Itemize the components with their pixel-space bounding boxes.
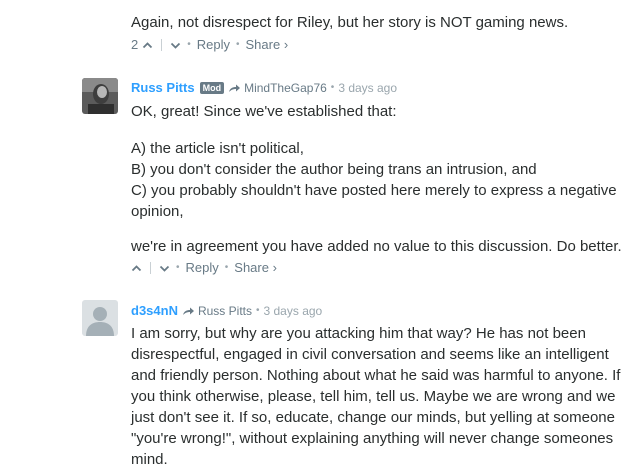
reply-link[interactable]: Reply — [186, 260, 219, 275]
reply-to-user[interactable]: Russ Pitts — [198, 304, 252, 318]
comment-actions-top: 2 • Reply • Share › — [131, 37, 288, 52]
reply-link[interactable]: Reply — [197, 37, 230, 52]
comment-text-top: Again, not disrespect for Riley, but her… — [131, 14, 569, 31]
comment-paragraph: OK, great! Since we've established that: — [131, 103, 397, 120]
comment-header: Russ Pitts Mod MindTheGap76 • 3 days ago — [131, 80, 397, 95]
separator-dot: • — [330, 82, 335, 93]
avatar[interactable] — [82, 300, 118, 336]
reply-to-user[interactable]: MindTheGap76 — [244, 81, 327, 95]
share-link[interactable]: Share › — [246, 37, 289, 52]
comment-header: d3s4nN Russ Pitts • 3 days ago — [131, 303, 322, 318]
separator-dot: • — [224, 262, 229, 273]
timestamp[interactable]: 3 days ago — [338, 81, 397, 95]
share-link[interactable]: Share › — [234, 260, 277, 275]
author-name[interactable]: d3s4nN — [131, 303, 178, 318]
chevron-up-icon[interactable] — [142, 39, 153, 50]
timestamp[interactable]: 3 days ago — [264, 304, 323, 318]
reply-arrow-icon — [182, 305, 195, 316]
avatar[interactable] — [82, 78, 118, 114]
comment-paragraph: we're in agreement you have added no val… — [131, 238, 622, 255]
comment-paragraph: C) you probably shouldn't have posted he… — [131, 182, 617, 220]
upvote-count: 2 — [131, 37, 139, 52]
comment-actions: • Reply • Share › — [131, 260, 277, 275]
separator-dot: • — [255, 305, 260, 316]
comment-paragraph: A) the article isn't political, — [131, 140, 304, 157]
chevron-up-icon[interactable] — [131, 262, 142, 273]
separator-dot: • — [176, 262, 180, 273]
vote-divider — [150, 261, 151, 274]
chevron-down-icon[interactable] — [159, 262, 170, 273]
vote-divider — [161, 38, 163, 51]
reply-arrow-icon — [228, 82, 241, 93]
chevron-down-icon[interactable] — [170, 39, 181, 50]
separator-dot: • — [187, 39, 191, 50]
author-name[interactable]: Russ Pitts — [131, 80, 195, 95]
comment-paragraph: B) you don't consider the author being t… — [131, 161, 537, 178]
moderator-badge: Mod — [199, 81, 225, 94]
separator-dot: • — [236, 39, 240, 50]
comment-text: I am sorry, but why are you attacking hi… — [131, 325, 621, 468]
